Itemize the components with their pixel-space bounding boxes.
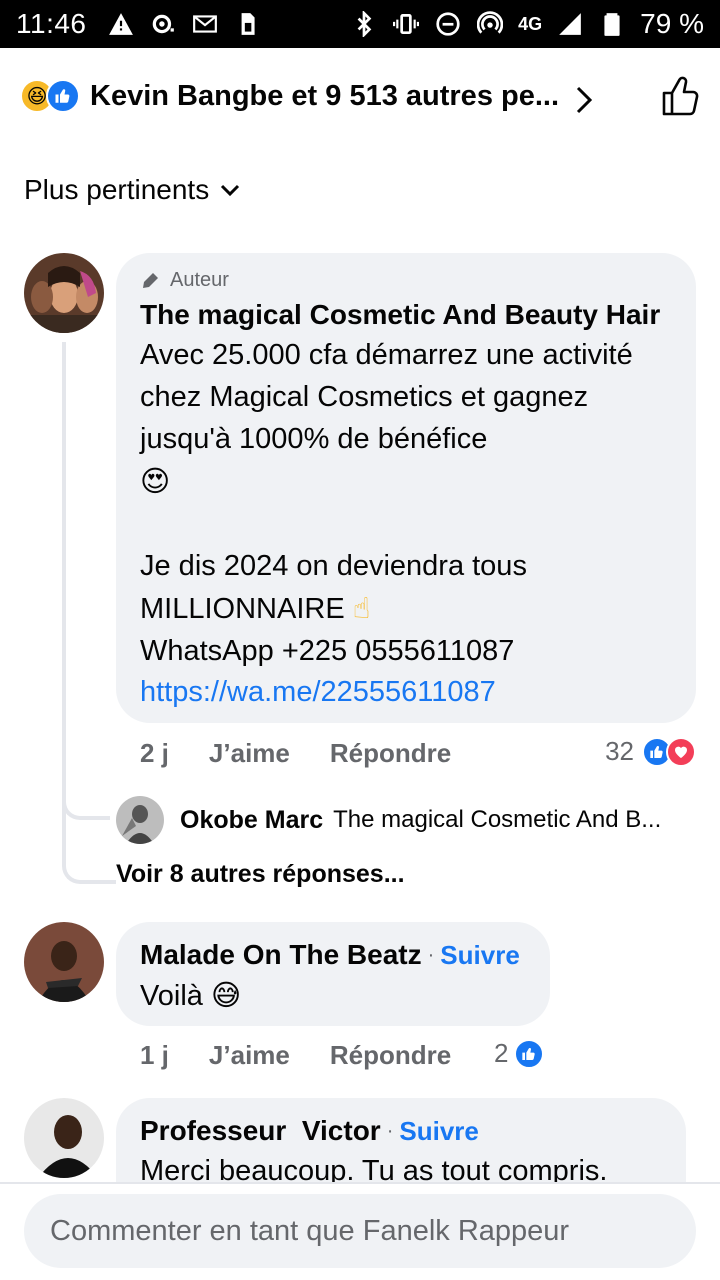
reply-preview[interactable]: Okobe Marc The magical Cosmetic And B... [116,796,696,844]
commenter-name[interactable]: The magical Cosmetic And Beauty Hair [140,296,672,334]
grinning-sweat-emoji: 😅 [210,978,242,1012]
comment-reactions[interactable]: 32 [605,736,696,767]
comment-text: Avec 25.000 cfa démarrez une activité ch… [140,334,672,503]
comment-whatsapp: WhatsApp +225 0555611087 [140,635,515,667]
reply-action[interactable]: Répondre [330,738,451,769]
more-replies-link[interactable]: Voir 8 autres réponses... [116,860,405,889]
comment-actions: 1 j J’aime Répondre [140,1040,451,1071]
author-badge-label: Auteur [170,269,229,291]
sim-icon [233,10,261,38]
reply-author[interactable]: Okobe Marc [180,806,323,835]
commenter-name[interactable]: Professeur Victor [140,1112,381,1150]
comment-text-part-1: Avec 25.000 cfa démarrez une activité ch… [140,339,633,455]
comment-bubble[interactable]: Malade On The Beatz · Suivre Voilà 😅 [116,922,550,1026]
love-reaction-icon [666,736,696,767]
reply-connector [62,776,110,820]
do-not-disturb-icon [434,10,462,38]
comment-text-part-2: Je dis 2024 on deviendra tous MILLIONNAI… [140,550,527,625]
like-button-icon[interactable] [660,74,704,118]
battery-icon [598,10,626,38]
mail-icon [191,10,219,38]
comment-text-2: Je dis 2024 on deviendra tous MILLIONNAI… [140,545,672,630]
reply-action[interactable]: Répondre [330,1040,451,1071]
author-badge: Auteur [140,269,672,292]
comment-actions: 2 j J’aime Répondre [140,738,451,769]
reactions-summary[interactable]: 😆 Kevin Bangbe et 9 513 autres pe... [20,64,700,128]
sort-selector[interactable]: Plus pertinents [24,174,241,206]
network-type: 4G [518,13,543,34]
follow-button[interactable]: Suivre [440,940,520,971]
like-reaction-icon [514,1038,545,1069]
comment-time: 1 j [140,1040,169,1070]
comment-text-content: Voilà [140,980,203,1012]
avatar[interactable] [24,253,104,333]
commenter-name[interactable]: Malade On The Beatz [140,936,422,974]
reply-text: The magical Cosmetic And B... [333,806,662,833]
bluetooth-icon [350,10,378,38]
reaction-count: 2 [494,1038,509,1068]
vibrate-icon [392,10,420,38]
signal-icon [556,10,584,38]
comment-input[interactable] [24,1194,696,1268]
reactions-summary-text: Kevin Bangbe et 9 513 autres pe... [90,79,560,112]
follow-button[interactable]: Suivre [399,1116,479,1147]
avatar[interactable] [24,922,104,1002]
warning-icon [107,10,135,38]
avatar[interactable] [24,1098,104,1178]
pen-icon [143,272,158,288]
like-reaction-icon [46,79,80,113]
comment-header: Malade On The Beatz · Suivre [140,936,526,974]
comment-text: Voilà 😅 [140,974,526,1017]
separator-dot: · [386,1119,394,1142]
like-action[interactable]: J’aime [209,738,290,769]
pointing-up-emoji: ☝ [352,591,371,625]
comment-time: 2 j [140,738,169,768]
comment-header: Professeur Victor · Suivre [140,1112,662,1150]
comment-link[interactable]: https://wa.me/22555611087 [140,672,672,712]
heart-eyes-emoji: 😍 [140,464,171,498]
separator-dot: · [427,943,435,966]
hotspot-icon [476,10,504,38]
chevron-down-icon [221,184,240,197]
comment-reactions[interactable]: 2 [494,1038,545,1069]
chevron-right-icon [573,85,595,114]
reaction-count: 32 [605,736,634,766]
comment-bubble[interactable]: Auteur The magical Cosmetic And Beauty H… [116,253,696,723]
sort-label: Plus pertinents [24,174,210,205]
camera-icon [149,10,177,38]
status-bar: 11:46 4G 79 % [0,0,720,48]
reply-avatar[interactable] [116,796,164,844]
like-action[interactable]: J’aime [209,1040,290,1071]
status-time: 11:46 [16,8,87,39]
battery-percent: 79 % [640,8,704,39]
divider [0,1182,720,1184]
